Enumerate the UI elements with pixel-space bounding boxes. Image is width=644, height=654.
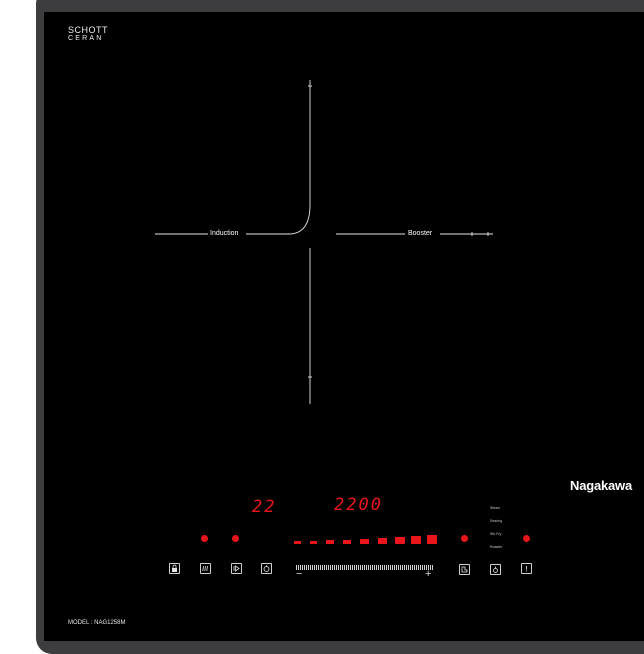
power-segment-5 [360, 539, 369, 544]
heat-button[interactable] [200, 563, 211, 574]
power-segment-9 [427, 535, 437, 544]
timer-button[interactable] [261, 563, 272, 574]
power-segment-1 [294, 541, 301, 544]
cook-mode-button[interactable] [490, 564, 501, 575]
power-segment-3 [326, 540, 334, 544]
indicator-dot-lock [201, 535, 208, 542]
mode-label-roaster: Roaster [490, 545, 503, 549]
power-segment-4 [343, 540, 351, 544]
timer-icon [263, 565, 270, 572]
zone-guide-lines [155, 80, 493, 404]
minus-button[interactable]: − [296, 568, 302, 580]
model-label: MODEL : NAG1258M [68, 620, 126, 626]
mode-label-searing: Searing [490, 519, 503, 523]
info-icon [526, 566, 527, 572]
power-segment-6 [378, 538, 387, 544]
induction-zone-label: Induction [210, 230, 239, 237]
zone-select-icon [461, 566, 468, 573]
indicator-dot-heat [232, 535, 239, 542]
power-slider[interactable] [296, 565, 434, 570]
power-segment-7 [395, 537, 405, 544]
info-button[interactable] [521, 563, 532, 574]
mode-label-stir-fry: Stir Fry [490, 532, 502, 536]
heat-waves-icon [202, 565, 208, 572]
indicator-dot-info [523, 535, 530, 542]
cook-mode-icon [493, 566, 498, 573]
mode-label-steam: Steam [490, 506, 501, 510]
lock-button[interactable] [169, 563, 180, 574]
play-pause-button[interactable] [231, 563, 242, 574]
right-zone-display: 2200 [334, 495, 383, 515]
power-segment-2 [310, 541, 317, 544]
nagakawa-logo: Nagakawa [570, 478, 632, 493]
induction-zone-curve [246, 80, 311, 235]
play-pause-icon [233, 565, 240, 572]
zone-select-button[interactable] [459, 564, 470, 575]
lock-icon [172, 564, 177, 572]
plus-button[interactable]: + [425, 568, 431, 580]
left-zone-display: 22 [252, 497, 277, 517]
booster-zone-label: Booster [408, 230, 433, 237]
indicator-dot-zone-select [461, 535, 468, 542]
power-segment-8 [411, 536, 421, 544]
